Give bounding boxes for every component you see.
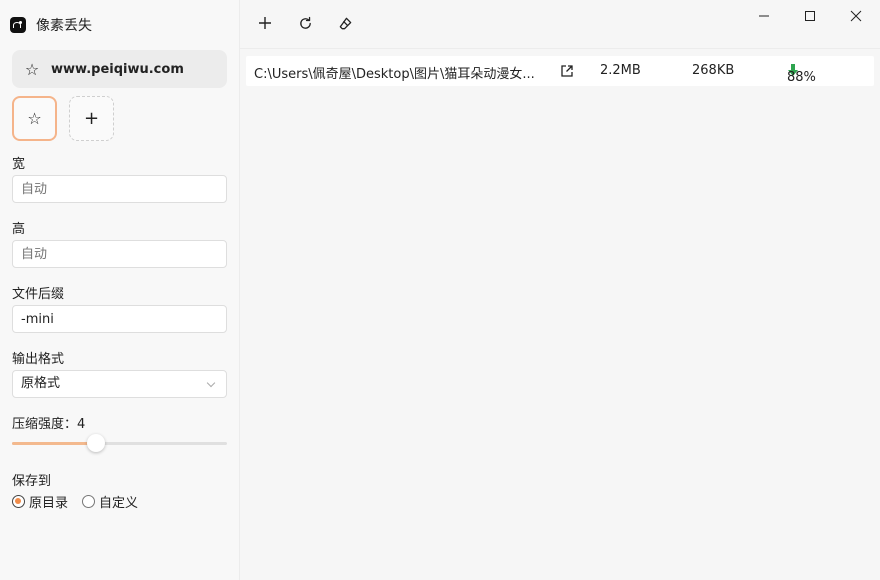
radio-original-dir[interactable]: 原目录	[12, 492, 68, 511]
maximize-icon	[805, 11, 815, 21]
eraser-icon	[339, 17, 351, 29]
preset-card[interactable]: ☆ www.peiqiwu.com	[12, 50, 227, 88]
refresh-icon	[299, 16, 311, 29]
radio-label: 原目录	[29, 496, 69, 511]
refresh-button[interactable]	[294, 12, 316, 34]
compression-label: 压缩强度：4	[12, 413, 85, 432]
clear-button[interactable]	[334, 12, 356, 34]
format-select[interactable]: 原格式	[12, 370, 227, 398]
plus-icon	[259, 17, 271, 29]
toolbar-divider	[240, 48, 880, 49]
minimize-button[interactable]	[752, 4, 776, 28]
format-selected-value: 原格式	[21, 376, 61, 391]
save-to-label: 保存到	[12, 474, 52, 489]
add-preset-button[interactable]: +	[69, 96, 114, 141]
close-button[interactable]	[844, 4, 868, 28]
preset-star-button[interactable]: ☆	[12, 96, 57, 141]
minimize-icon	[759, 15, 769, 17]
star-icon: ☆	[24, 59, 40, 79]
app-header: 像素丢失	[10, 15, 92, 35]
chevron-down-icon	[206, 378, 216, 388]
add-file-button[interactable]	[254, 12, 276, 34]
width-input[interactable]	[12, 175, 227, 203]
main-panel: C:\Users\佩奇屋\Desktop\图片\猫耳朵动漫女... 2.2MB …	[240, 0, 880, 580]
radio-checked-icon	[12, 495, 25, 508]
compressed-size: 268KB	[692, 63, 735, 78]
radio-label: 自定义	[99, 496, 139, 511]
app-logo-icon	[10, 17, 26, 33]
file-path: C:\Users\佩奇屋\Desktop\图片\猫耳朵动漫女...	[254, 67, 535, 82]
width-label: 宽	[12, 157, 26, 172]
plus-icon: +	[83, 108, 100, 129]
compression-value: 4	[77, 417, 86, 432]
format-label: 输出格式	[12, 352, 65, 367]
app-title: 像素丢失	[36, 18, 92, 34]
maximize-button[interactable]	[798, 4, 822, 28]
save-to-radio-group: 原目录 自定义	[12, 492, 138, 511]
star-icon: ☆	[27, 109, 42, 128]
height-input[interactable]	[12, 240, 227, 268]
compression-ratio: 88%	[787, 63, 816, 85]
ratio-value: 88%	[787, 70, 816, 85]
compression-slider-fill	[12, 442, 96, 445]
open-external-icon[interactable]	[560, 64, 574, 78]
compression-label-text: 压缩强度：	[12, 417, 78, 432]
file-row[interactable]: C:\Users\佩奇屋\Desktop\图片\猫耳朵动漫女... 2.2MB …	[246, 56, 874, 86]
height-label: 高	[12, 222, 26, 237]
original-size: 2.2MB	[600, 63, 641, 78]
radio-unchecked-icon	[82, 495, 96, 508]
compression-slider[interactable]	[12, 434, 227, 452]
sidebar: 像素丢失 ☆ www.peiqiwu.com ☆ + 宽 高 文件后缀 输出格式…	[0, 0, 240, 580]
close-icon	[850, 10, 862, 22]
suffix-label: 文件后缀	[12, 287, 65, 302]
radio-custom-dir[interactable]: 自定义	[82, 492, 138, 511]
suffix-input[interactable]	[12, 305, 227, 333]
preset-label: www.peiqiwu.com	[51, 61, 184, 77]
compression-slider-thumb[interactable]	[86, 434, 105, 452]
